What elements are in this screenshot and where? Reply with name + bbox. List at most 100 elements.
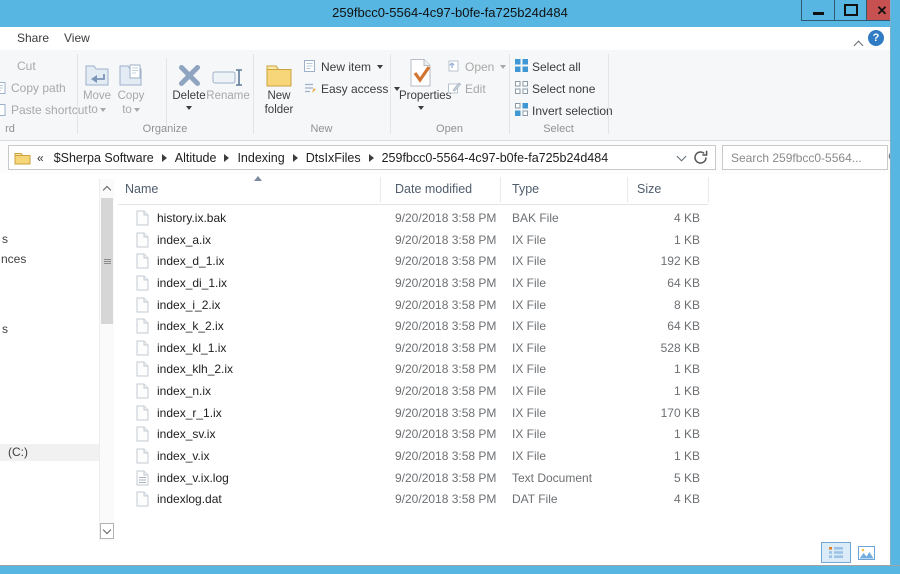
edit-button[interactable]: Edit	[447, 81, 486, 97]
group-separator	[77, 54, 78, 134]
file-size: 1 KB	[674, 449, 700, 463]
scrollbar-grip-icon	[104, 259, 111, 264]
file-date: 9/20/2018 3:58 PM	[395, 427, 496, 441]
file-row[interactable]: index_klh_2.ix9/20/2018 3:58 PMIX File1 …	[114, 358, 890, 380]
file-icon	[136, 318, 149, 334]
group-separator	[253, 54, 254, 134]
paste-shortcut-button[interactable]: Paste shortcut	[0, 102, 88, 118]
column-header-name[interactable]: Name	[125, 182, 158, 196]
select-none-icon	[515, 81, 528, 97]
easy-access-icon	[303, 81, 317, 98]
file-row[interactable]: index_d_1.ix9/20/2018 3:58 PMIX File192 …	[114, 250, 890, 272]
thumbnails-view-button[interactable]	[855, 544, 877, 562]
rename-button[interactable]: Rename	[206, 55, 250, 104]
column-header-date-modified[interactable]: Date modified	[395, 182, 472, 196]
column-header-size[interactable]: Size	[637, 182, 661, 196]
file-date: 9/20/2018 3:58 PM	[395, 254, 496, 268]
copy-to-button[interactable]: Copy to	[113, 55, 149, 117]
minimize-button[interactable]	[802, 0, 834, 20]
file-row[interactable]: index_v.ix9/20/2018 3:58 PMIX File1 KB	[114, 445, 890, 467]
file-row[interactable]: index_v.ix.log9/20/2018 3:58 PMText Docu…	[114, 467, 890, 489]
copy-path-button[interactable]: Copy path	[0, 80, 66, 96]
file-size: 170 KB	[661, 406, 700, 420]
file-row[interactable]: index_sv.ix9/20/2018 3:58 PMIX File1 KB	[114, 423, 890, 445]
nav-item-fragment[interactable]: s	[2, 321, 8, 338]
easy-access-label: Easy access	[321, 82, 388, 96]
file-type: IX File	[512, 254, 546, 268]
window-controls: ✕	[801, 0, 898, 21]
file-name: index_d_1.ix	[157, 254, 224, 268]
search-input[interactable]	[723, 151, 888, 165]
column-divider[interactable]	[500, 177, 501, 202]
invert-selection-button[interactable]: Invert selection	[515, 103, 613, 119]
breadcrumb-segment[interactable]: Altitude	[170, 151, 222, 165]
new-item-button[interactable]: New item	[303, 59, 383, 75]
breadcrumb-segment[interactable]: $Sherpa Software	[49, 151, 159, 165]
refresh-icon[interactable]	[693, 150, 708, 165]
new-item-label: New item	[321, 60, 371, 74]
file-row[interactable]: index_k_2.ix9/20/2018 3:58 PMIX File64 K…	[114, 315, 890, 337]
column-header-type[interactable]: Type	[512, 182, 539, 196]
paste-shortcut-icon	[0, 103, 7, 117]
file-date: 9/20/2018 3:58 PM	[395, 406, 496, 420]
scrollbar-thumb[interactable]	[101, 198, 113, 324]
breadcrumb-separator-icon[interactable]	[162, 154, 167, 162]
details-view-button[interactable]	[821, 542, 851, 563]
file-row[interactable]: index_a.ix9/20/2018 3:58 PMIX File1 KB	[114, 229, 890, 251]
file-size: 8 KB	[674, 298, 700, 312]
file-row[interactable]: index_di_1.ix9/20/2018 3:58 PMIX File64 …	[114, 272, 890, 294]
scroll-up-icon[interactable]	[100, 181, 114, 195]
delete-button[interactable]: Delete	[170, 55, 208, 110]
text-file-icon	[136, 470, 149, 486]
address-bar[interactable]: « $Sherpa Software Altitude Indexing DtsIxF…	[8, 145, 716, 170]
file-type: Text Document	[512, 471, 592, 485]
cut-button[interactable]: Cut	[17, 58, 36, 74]
breadcrumb-overflow[interactable]: «	[37, 151, 44, 165]
file-name: index_kl_1.ix	[157, 341, 226, 355]
tab-share[interactable]: Share	[17, 31, 49, 45]
file-size: 528 KB	[661, 341, 700, 355]
select-all-button[interactable]: Select all	[515, 59, 581, 75]
address-dropdown-icon[interactable]	[677, 151, 687, 161]
nav-item-drive-c[interactable]: (C:)	[0, 444, 99, 461]
scroll-down-icon[interactable]	[100, 523, 114, 539]
copy-to-icon	[113, 55, 149, 88]
file-size: 64 KB	[667, 276, 700, 290]
nav-item-fragment[interactable]: nces	[1, 251, 26, 268]
file-row[interactable]: indexlog.dat9/20/2018 3:58 PMDAT File4 K…	[114, 488, 890, 510]
nav-item-fragment[interactable]: s	[2, 231, 8, 248]
maximize-button[interactable]	[834, 0, 866, 20]
help-icon[interactable]: ?	[868, 30, 884, 46]
open-button[interactable]: Open	[447, 59, 506, 75]
new-group-label: New	[253, 123, 390, 135]
new-folder-button[interactable]: New folder	[259, 55, 299, 117]
invert-selection-label: Invert selection	[532, 104, 613, 118]
ribbon-tab-row: Share View ?	[0, 27, 890, 50]
file-type: IX File	[512, 427, 546, 441]
column-divider[interactable]	[380, 177, 381, 202]
breadcrumb-segment[interactable]: Indexing	[232, 151, 289, 165]
file-row[interactable]: index_n.ix9/20/2018 3:58 PMIX File1 KB	[114, 380, 890, 402]
file-row[interactable]: index_r_1.ix9/20/2018 3:58 PMIX File170 …	[114, 402, 890, 424]
easy-access-button[interactable]: Easy access	[303, 81, 400, 97]
breadcrumb-separator-icon[interactable]	[224, 154, 229, 162]
tab-view[interactable]: View	[64, 31, 90, 45]
navigation-scrollbar[interactable]	[99, 179, 114, 541]
rename-icon	[206, 55, 250, 88]
breadcrumb-separator-icon[interactable]	[369, 154, 374, 162]
copy-path-label: Copy path	[11, 81, 66, 95]
column-divider[interactable]	[708, 177, 709, 202]
file-date: 9/20/2018 3:58 PM	[395, 319, 496, 333]
breadcrumb-separator-icon[interactable]	[293, 154, 298, 162]
file-row[interactable]: history.ix.bak9/20/2018 3:58 PMBAK File4…	[114, 207, 890, 229]
column-divider[interactable]	[627, 177, 628, 202]
file-row[interactable]: index_kl_1.ix9/20/2018 3:58 PMIX File528…	[114, 337, 890, 359]
move-to-button[interactable]: Move to	[79, 55, 115, 117]
properties-button[interactable]: Properties	[399, 55, 443, 110]
select-none-button[interactable]: Select none	[515, 81, 595, 97]
file-row[interactable]: index_i_2.ix9/20/2018 3:58 PMIX File8 KB	[114, 294, 890, 316]
breadcrumb-segment[interactable]: 259fbcc0-5564-4c97-b0fe-fa725b24d484	[377, 151, 614, 165]
select-none-label: Select none	[532, 82, 595, 96]
breadcrumb-segment[interactable]: DtsIxFiles	[301, 151, 366, 165]
file-name: index_i_2.ix	[157, 298, 220, 312]
